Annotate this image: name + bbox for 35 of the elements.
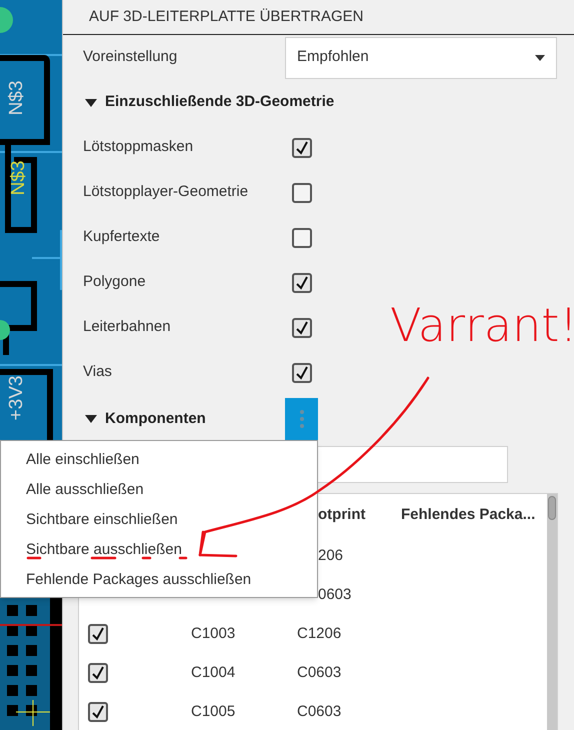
table-cell: C1003 — [191, 624, 236, 642]
expanded-arrow-icon[interactable] — [85, 414, 97, 424]
checkbox[interactable] — [292, 228, 312, 248]
preset-label: Voreinstellung — [82, 47, 178, 68]
checkbox[interactable] — [292, 138, 312, 158]
panel-title: AUF 3D-LEITERPLATTE ÜBERTRAGEN — [89, 6, 364, 27]
table-cell: 0603 — [318, 586, 352, 602]
checkbox[interactable] — [88, 624, 108, 644]
kebab-menu-icon — [300, 410, 304, 428]
preset-dropdown[interactable]: Empfohlen — [285, 36, 557, 78]
section-title: Einzuschließende 3D-Geometrie — [105, 92, 334, 112]
checkbox[interactable] — [292, 182, 312, 202]
table-cell: C1004 — [191, 664, 236, 680]
option-label: Lötstoppmasken — [82, 137, 194, 158]
option-label: Vias — [82, 362, 113, 382]
checkbox[interactable] — [292, 362, 312, 382]
option-label: Leiterbahnen — [82, 317, 172, 338]
option-label: Kupfertexte — [82, 227, 161, 248]
checkbox[interactable] — [292, 272, 312, 292]
column-header[interactable]: Fehlendes Packa... — [401, 504, 547, 526]
expanded-arrow-icon[interactable] — [85, 98, 97, 108]
checkbox[interactable] — [292, 318, 312, 338]
table-cell: 206 — [318, 546, 344, 564]
table-cell: C1005 — [191, 702, 236, 720]
table-cell: C0603 — [297, 702, 342, 720]
checkbox[interactable] — [88, 662, 108, 682]
option-label: Lötstopplayer-Geometrie — [82, 182, 250, 202]
table-cell: C1206 — [297, 624, 342, 642]
handwritten-note: Varrant! — [390, 302, 574, 348]
scrollbar[interactable] — [547, 494, 557, 730]
option-label: Polygone — [82, 272, 147, 292]
section-title: Komponenten — [105, 408, 206, 429]
table-cell: C0603 — [297, 664, 342, 680]
caret-icon — [535, 54, 545, 60]
checkbox[interactable] — [88, 702, 108, 722]
